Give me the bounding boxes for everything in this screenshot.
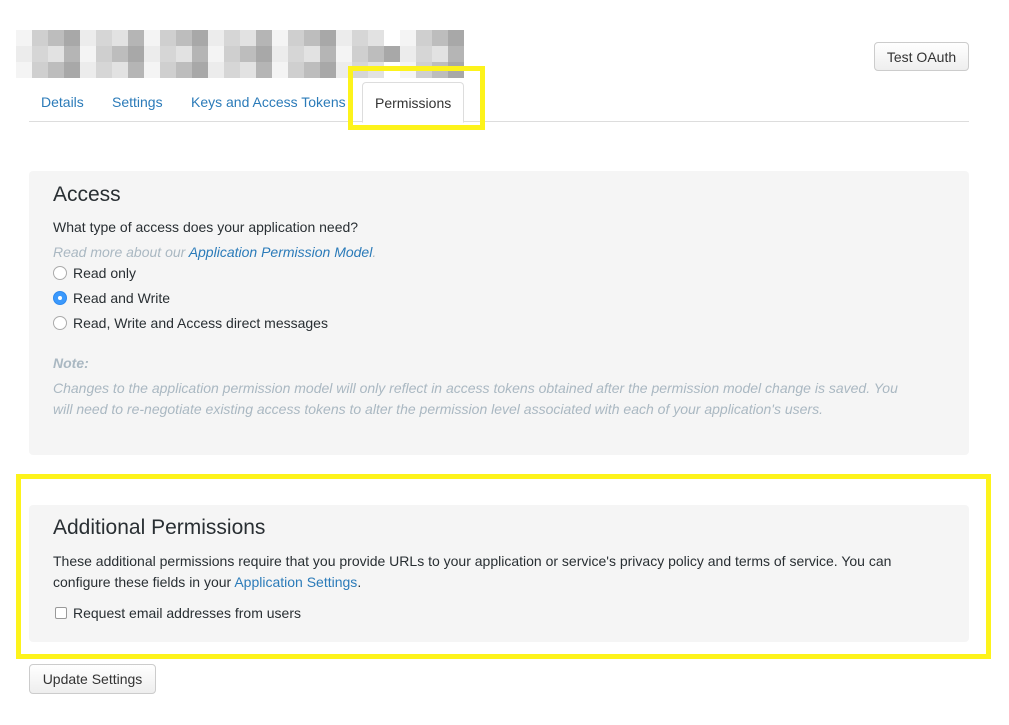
update-settings-button[interactable]: Update Settings [29,664,156,694]
radio-label-read-write-dm[interactable]: Read, Write and Access direct messages [73,315,328,331]
note-line-2: will need to re-negotiate existing acces… [53,401,823,417]
tab-highlight-box [348,66,485,130]
tab-bar: Details Settings Keys and Access Tokens … [29,82,969,123]
access-section: Access What type of access does your app… [29,171,969,455]
access-title: Access [53,183,121,206]
radio-label-read-only[interactable]: Read only [73,265,136,281]
note-line-1: Changes to the application permission mo… [53,380,898,396]
read-more-text: Read more about our Application Permissi… [53,244,376,260]
tab-settings[interactable]: Settings [112,82,163,122]
read-more-prefix: Read more about our [53,244,189,260]
radio-label-read-and-write[interactable]: Read and Write [73,290,170,306]
tab-details[interactable]: Details [41,82,84,122]
read-more-suffix: . [372,244,377,260]
radio-read-write-dm[interactable] [53,316,67,330]
permission-model-link[interactable]: Application Permission Model [189,244,373,260]
radio-read-and-write[interactable] [53,291,67,305]
access-question: What type of access does your applicatio… [53,219,359,235]
note-label: Note: [53,355,89,371]
tab-keys-and-access-tokens[interactable]: Keys and Access Tokens [191,82,346,122]
test-oauth-button[interactable]: Test OAuth [874,42,969,71]
radio-read-only[interactable] [53,266,67,280]
additional-permissions-highlight-box [16,474,991,659]
